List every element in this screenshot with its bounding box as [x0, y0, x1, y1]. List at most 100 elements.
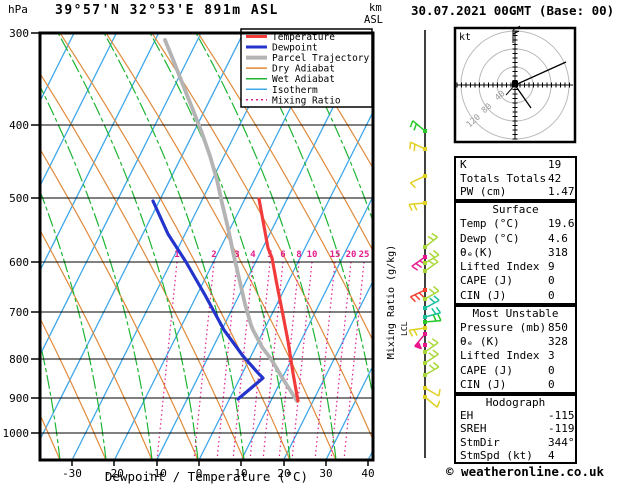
- wind-barb-feather: [415, 295, 420, 300]
- stats-row: Dewp (°C)4.6: [456, 232, 575, 246]
- stats-row: CAPE (J)0: [456, 364, 575, 378]
- wind-barb-feather: [414, 144, 415, 151]
- legend-item-label: Parcel Trajectory: [272, 53, 370, 64]
- wind-barb-feather: [439, 389, 440, 396]
- wind-barb-feather: [428, 236, 434, 240]
- wind-barb-feather: [410, 183, 415, 188]
- pressure-axis-unit: hPa: [8, 3, 28, 16]
- stats-row: CIN (J)0: [456, 378, 575, 392]
- stats-label: θₑ (K): [460, 335, 500, 348]
- mixing-ratio-label: 25: [359, 250, 370, 260]
- wet-adiabat-line: [104, 33, 244, 460]
- mixing-ratio-label: 20: [346, 250, 357, 260]
- stats-label: CIN (J): [460, 378, 506, 391]
- wind-barb-feather: [428, 342, 434, 346]
- wind-barb-feather: [414, 204, 417, 210]
- stats-panel-title: Most Unstable: [456, 307, 575, 321]
- mixing-ratio-line: [344, 262, 364, 460]
- wind-barb-feather: [429, 365, 434, 369]
- stats-value: 850: [548, 321, 568, 335]
- stats-label: Totals Totals: [460, 172, 546, 185]
- wind-barb-feather: [409, 204, 412, 210]
- isotherm-line: [30, 33, 244, 460]
- stats-value: 328: [548, 335, 568, 349]
- wind-barb-shaft: [410, 142, 425, 149]
- mixing-ratio-label: 8: [296, 250, 301, 260]
- wind-barb-feather: [432, 308, 436, 314]
- stats-row: EH -115: [456, 409, 575, 422]
- pressure-tick-label: 800: [9, 353, 29, 366]
- pressure-tick-label: 900: [9, 392, 29, 405]
- wind-barb-feather: [414, 124, 416, 131]
- legend-item-label: Wet Adiabat: [272, 74, 335, 85]
- lcl-marker-label: LCL: [400, 321, 409, 336]
- mixing-ratio-label: 2: [211, 250, 216, 260]
- legend-item-label: Isotherm: [272, 85, 318, 96]
- x-axis-label: Dewpoint / Temperature (°C): [40, 469, 373, 484]
- stats-value: 19.6: [548, 217, 575, 231]
- stats-value: 344°: [548, 436, 575, 449]
- wind-barb-feather: [433, 251, 438, 255]
- stats-value: 3: [548, 349, 555, 363]
- stats-value: 19: [548, 158, 561, 172]
- wind-barb-feather: [429, 289, 434, 293]
- stats-label: CIN (J): [460, 289, 506, 302]
- legend-item-label: Dry Adiabat: [272, 64, 335, 75]
- stats-label: EH: [460, 409, 473, 422]
- legend-item-label: Dewpoint: [272, 43, 318, 54]
- mixing-ratio-label: 4: [250, 250, 256, 260]
- stats-panel-hodograph: HodographEH-115SREH-119StmDir344°StmSpd …: [454, 394, 577, 464]
- mixing-ratio-line: [250, 262, 270, 460]
- wind-barb-feather: [432, 258, 438, 262]
- stats-panel-title: Hodograph: [456, 396, 575, 409]
- wind-barb-feather: [429, 253, 434, 257]
- watermark: © weatheronline.co.uk: [446, 464, 604, 479]
- stats-label: CAPE (J): [460, 274, 513, 287]
- stats-label: StmDir: [460, 436, 500, 449]
- stats-label: Pressure (mb): [460, 321, 546, 334]
- mixing-ratio-label: 15: [330, 250, 341, 260]
- stats-row: Temp (°C) 19.6: [456, 217, 575, 231]
- wind-barb-feather: [436, 307, 440, 313]
- stats-row: Pressure (mb)850: [456, 321, 575, 335]
- stats-label: Lifted Index: [460, 260, 539, 273]
- stats-row: CAPE (J)0: [456, 274, 575, 288]
- mixing-ratio-line: [217, 262, 237, 460]
- hodograph-ring-label: 120: [465, 112, 483, 130]
- hodograph-panel: 4080120kt: [455, 26, 575, 142]
- wind-barb-dot: [423, 343, 427, 347]
- stats-panel-most-unstable: Most UnstablePressure (mb)850θₑ (K)328Li…: [454, 305, 577, 394]
- wind-barb-feather: [410, 142, 411, 149]
- stats-row: SREH-119: [456, 422, 575, 435]
- hodograph-unit-label: kt: [459, 32, 471, 43]
- skewt-sounding-page: 3004005006007008009001000-30-20-10010203…: [0, 0, 629, 486]
- wind-barb: [423, 343, 427, 347]
- wind-barb-feather: [429, 353, 435, 357]
- mixing-ratio-label: 10: [307, 250, 318, 260]
- hodograph-origin-marker: [512, 81, 518, 87]
- stats-value: 4: [548, 449, 555, 462]
- dewpoint-curve: [153, 201, 263, 399]
- wind-barb-feather: [419, 293, 424, 298]
- wind-barb-feather: [433, 315, 436, 321]
- pressure-tick-label: 300: [9, 27, 29, 40]
- stats-value: 42: [548, 172, 561, 186]
- stats-value: 0: [548, 364, 555, 378]
- stats-row: StmDir 344°: [456, 436, 575, 449]
- pressure-tick-label: 500: [9, 192, 29, 205]
- stats-label: SREH: [460, 422, 487, 435]
- stats-label: Temp (°C): [460, 217, 520, 230]
- stats-row: θₑ (K) 328: [456, 335, 575, 349]
- pressure-tick-label: 600: [9, 256, 29, 269]
- wind-barb-feather: [416, 263, 422, 267]
- hodograph-ring-label: 80: [480, 102, 494, 116]
- stats-value: -115: [548, 409, 575, 422]
- stats-row: K 19: [456, 158, 575, 172]
- stats-label: K: [460, 158, 467, 171]
- pressure-tick-label: 1000: [3, 427, 30, 440]
- stats-value: 318: [548, 246, 568, 260]
- stats-value: 9: [548, 260, 555, 274]
- wind-barb-feather: [437, 401, 439, 408]
- stats-label: Dewp (°C): [460, 232, 520, 245]
- mixing-ratio-axis-label: Mixing Ratio (g/kg): [386, 245, 397, 359]
